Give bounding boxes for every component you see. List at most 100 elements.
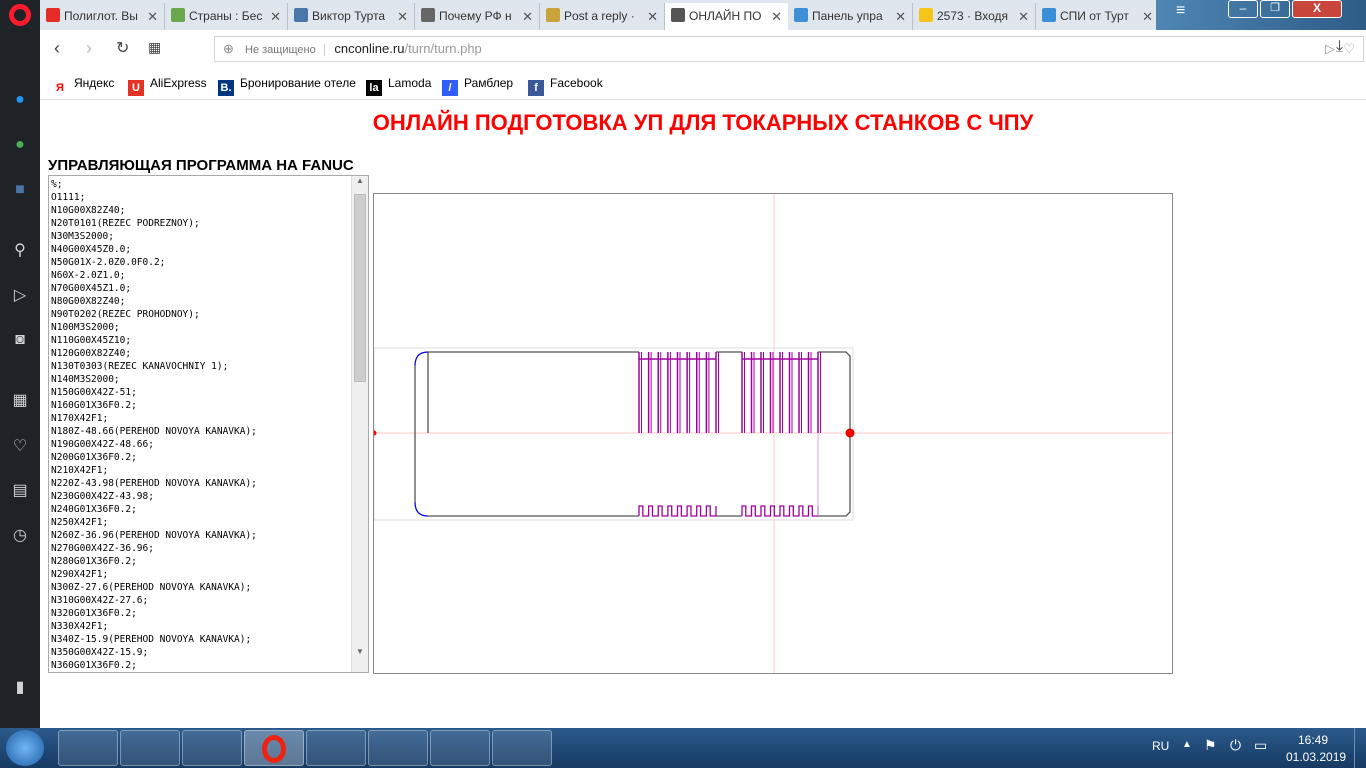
- tray-expand-icon[interactable]: ▲: [1182, 739, 1192, 750]
- bookmarks-bar: Я Яндекс U AliExpress B. Бронирование отеле la…: [40, 68, 1366, 100]
- taskbar-opera[interactable]: [244, 730, 304, 766]
- tab-close-icon[interactable]: ✕: [895, 3, 906, 30]
- tabs-grid-icon[interactable]: ▦: [148, 39, 161, 56]
- bookmark-heart-icon[interactable]: ♡: [1343, 37, 1355, 61]
- start-button[interactable]: [6, 730, 44, 766]
- tab-label: Почему РФ н: [439, 9, 512, 23]
- tab-label: Панель упра: [812, 9, 883, 23]
- messenger-icon[interactable]: ●: [9, 89, 31, 111]
- scroll-down-icon[interactable]: ▼: [352, 647, 368, 656]
- scrollbar[interactable]: ▲ ▼: [351, 176, 368, 672]
- send-icon[interactable]: ▷: [9, 285, 31, 307]
- clock-time[interactable]: 16:49: [1298, 733, 1328, 747]
- address-bar-row: ‹ › ↻ ▦ ⊕ Не защищено cnconline.ru/turn/…: [40, 30, 1366, 68]
- taskbar-calculator[interactable]: [492, 730, 552, 766]
- tab-label: Страны : Бес: [189, 9, 263, 23]
- bookmark-icon: Я: [56, 82, 64, 94]
- tab[interactable]: Полиглот. Вы ✕: [40, 3, 165, 30]
- url-field[interactable]: ⊕ Не защищено cnconline.ru/turn/turn.php…: [214, 36, 1364, 62]
- tab[interactable]: ОНЛАЙН ПО ✕: [665, 3, 788, 30]
- reload-icon[interactable]: ↻: [116, 38, 129, 58]
- camera-icon[interactable]: ◙: [9, 329, 31, 351]
- toolpath-canvas: [371, 193, 1173, 674]
- page-title: ОНЛАЙН ПОДГОТОВКА УП ДЛЯ ТОКАРНЫХ СТАНКО…: [372, 110, 1034, 135]
- bookmark-item[interactable]: f Facebook: [528, 76, 603, 96]
- tab-close-icon[interactable]: ✕: [397, 3, 408, 30]
- tab[interactable]: Панель упра ✕: [788, 3, 913, 30]
- vk-icon[interactable]: ■: [9, 179, 31, 201]
- tab[interactable]: Почему РФ н ✕: [415, 3, 540, 30]
- taskbar-editor[interactable]: [430, 730, 490, 766]
- tab-close-icon[interactable]: ✕: [522, 3, 533, 30]
- tab-close-icon[interactable]: ✕: [147, 3, 158, 30]
- program-text[interactable]: %; O1111; N10G00X82Z40; N20T0101(REZEC P…: [49, 176, 368, 672]
- clock-date[interactable]: 01.03.2019: [1286, 750, 1346, 764]
- download-icon[interactable]: ⤓: [1336, 38, 1343, 56]
- tab-close-icon[interactable]: ✕: [647, 3, 658, 30]
- taskbar-media[interactable]: [120, 730, 180, 766]
- news-icon[interactable]: ▤: [9, 480, 31, 502]
- taskbar-chrome[interactable]: [182, 730, 242, 766]
- bookmark-label: Facebook: [550, 76, 603, 90]
- send-page-icon[interactable]: ▷: [1325, 37, 1335, 61]
- panel-toggle-icon[interactable]: ▮: [9, 677, 31, 699]
- bookmark-label: Бронирование отеле: [240, 76, 356, 90]
- taskbar-explorer[interactable]: [58, 730, 118, 766]
- groove-bottom-profile: [741, 505, 819, 517]
- globe-icon: ⊕: [223, 41, 234, 56]
- action-center-flag-icon[interactable]: ⚑: [1204, 737, 1217, 754]
- history-clock-icon[interactable]: ◷: [9, 525, 31, 547]
- show-desktop-button[interactable]: [1354, 728, 1366, 768]
- scrollbar-thumb[interactable]: [354, 194, 366, 382]
- bookmark-icon: la: [366, 80, 382, 96]
- tab-menu-icon[interactable]: ≡: [1176, 2, 1185, 20]
- tab[interactable]: Post a reply · ✕: [540, 3, 665, 30]
- bookmark-item[interactable]: la Lamoda: [366, 76, 431, 96]
- speed-dial-icon[interactable]: ▦: [9, 390, 31, 412]
- opera-logo-icon[interactable]: [9, 4, 31, 26]
- language-indicator[interactable]: RU: [1152, 739, 1169, 753]
- bookmark-item[interactable]: Я Яндекс: [52, 76, 114, 96]
- tab-favicon-icon: [294, 8, 308, 22]
- program-textarea[interactable]: %; O1111; N10G00X82Z40; N20T0101(REZEC P…: [48, 175, 369, 673]
- tab-favicon-icon: [794, 8, 808, 22]
- heart-icon[interactable]: ♡: [9, 436, 31, 458]
- taskbar-video[interactable]: [306, 730, 366, 766]
- url-host: cnconline.ru: [334, 41, 405, 56]
- tab-bar: Полиглот. Вы ✕ Страны : Бес ✕ Виктор Турта ✕ П…: [40, 0, 1366, 30]
- bookmark-item[interactable]: U AliExpress: [128, 76, 207, 96]
- bookmark-icon: /: [442, 80, 458, 96]
- minimize-button[interactable]: –: [1228, 0, 1258, 18]
- maximize-button[interactable]: ❐: [1260, 0, 1290, 18]
- tab-label: Post a reply ·: [564, 9, 635, 23]
- window-controls: ≡ – ❐ X: [1156, 0, 1366, 30]
- part-left-edge: [414, 351, 429, 517]
- scroll-up-icon[interactable]: ▲: [352, 176, 368, 185]
- bookmark-label: AliExpress: [150, 76, 207, 90]
- network-icon[interactable]: ▭: [1254, 737, 1267, 754]
- tab[interactable]: 2573 · Входя ✕: [913, 3, 1036, 30]
- bookmark-icon: B.: [218, 80, 234, 96]
- search-icon[interactable]: ⚲: [9, 240, 31, 262]
- tab[interactable]: Страны : Бес ✕: [165, 3, 288, 30]
- security-label[interactable]: Не защищено: [245, 44, 325, 56]
- tab-favicon-icon: [546, 8, 560, 22]
- tab[interactable]: Виктор Турта ✕: [288, 3, 415, 30]
- whatsapp-icon[interactable]: ●: [9, 134, 31, 156]
- back-icon[interactable]: ‹: [54, 38, 60, 59]
- bookmark-label: Яндекс: [74, 76, 115, 90]
- toolpath-drawing: [371, 194, 1172, 673]
- tab-favicon-icon: [421, 8, 435, 22]
- tab-close-icon[interactable]: ✕: [1018, 3, 1029, 30]
- tab-close-icon[interactable]: ✕: [771, 3, 782, 30]
- tab-close-icon[interactable]: ✕: [1142, 3, 1153, 30]
- tab[interactable]: СПИ от Турт ✕: [1036, 3, 1160, 30]
- taskbar-notepad[interactable]: [368, 730, 428, 766]
- forward-icon[interactable]: ›: [86, 38, 92, 59]
- tab-favicon-icon: [1042, 8, 1056, 22]
- bookmark-item[interactable]: B. Бронирование отеле: [218, 76, 356, 96]
- bookmark-item[interactable]: / Рамблер: [442, 76, 513, 96]
- power-icon[interactable]: ⏻: [1230, 737, 1241, 754]
- tab-close-icon[interactable]: ✕: [270, 3, 281, 30]
- close-button[interactable]: X: [1292, 0, 1342, 18]
